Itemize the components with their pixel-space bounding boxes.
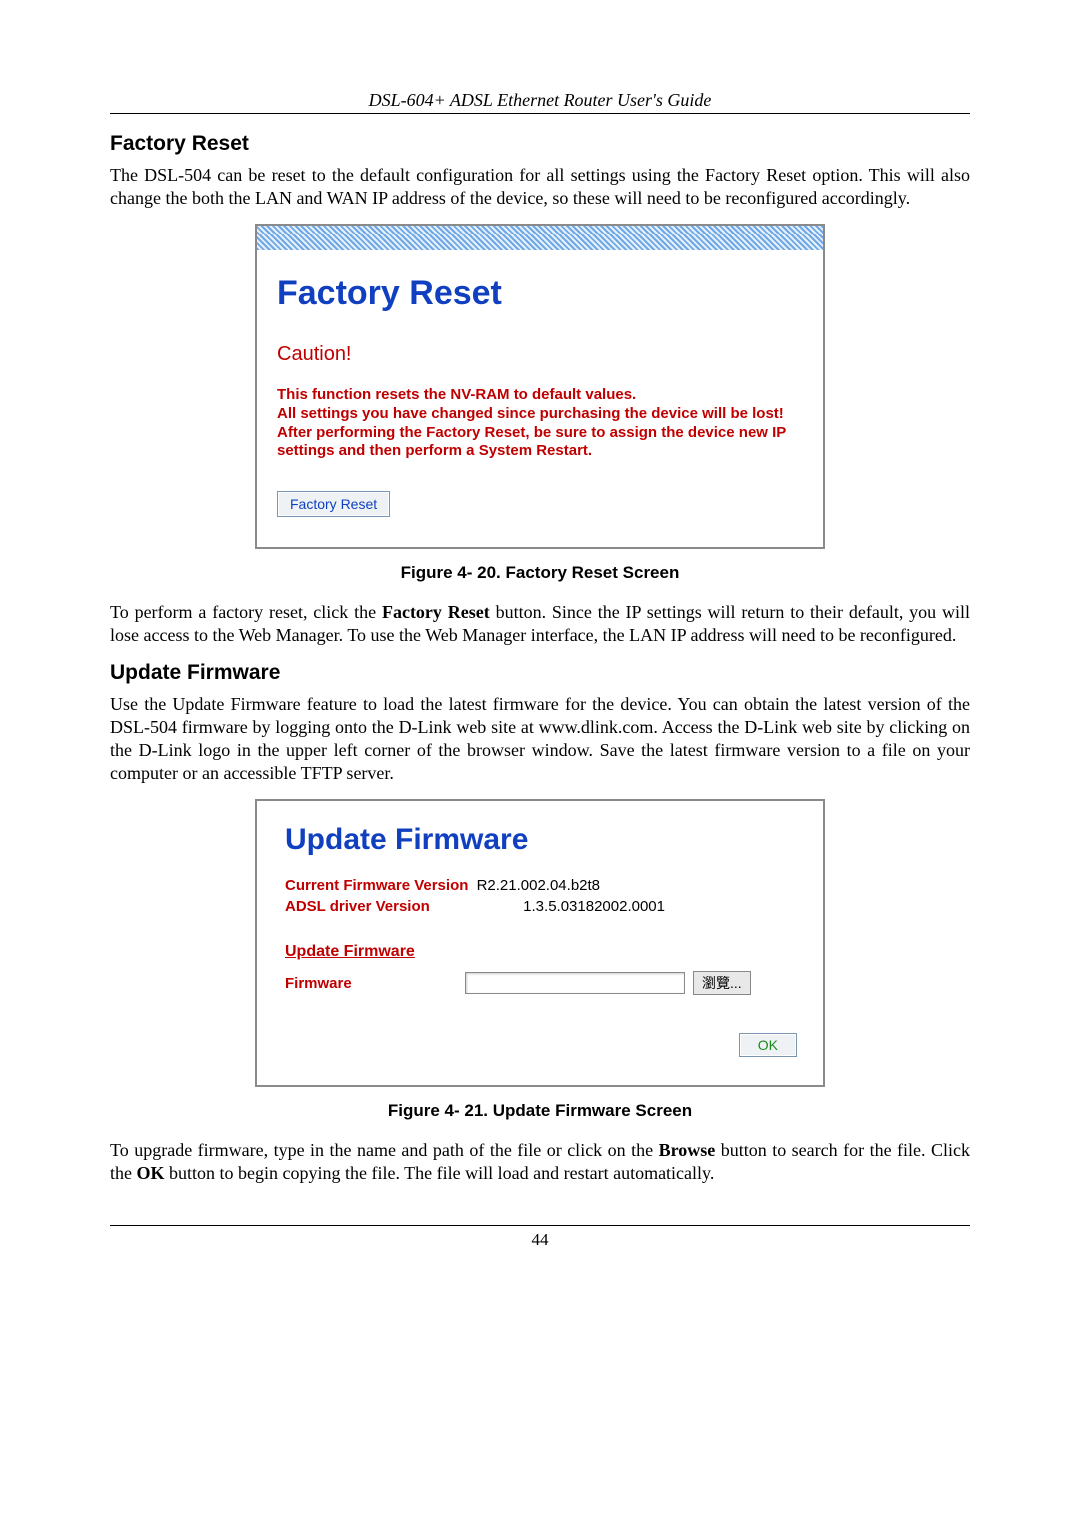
text-fragment: button to begin copying the file. The fi… (165, 1163, 715, 1183)
running-header: DSL-604+ ADSL Ethernet Router User's Gui… (110, 90, 970, 111)
screenshot-factory-reset: Factory Reset Caution! This function res… (255, 224, 825, 549)
text-bold-ok: OK (137, 1163, 165, 1183)
factory-reset-button[interactable]: Factory Reset (277, 491, 390, 517)
row-firmware-upload: Firmware 瀏覽... (285, 971, 803, 995)
firmware-file-input[interactable] (465, 972, 685, 994)
subheading-update-firmware: Update Firmware (285, 943, 803, 961)
figure-caption-20: Figure 4- 20. Factory Reset Screen (110, 563, 970, 583)
section-heading-update-firmware: Update Firmware (110, 661, 970, 685)
label-firmware: Firmware (285, 975, 465, 992)
browse-button[interactable]: 瀏覽... (693, 971, 751, 995)
text-fragment: To perform a factory reset, click the (110, 602, 382, 622)
panel-title-update-firmware: Update Firmware (285, 823, 803, 857)
para-factory-reset-instructions: To perform a factory reset, click the Fa… (110, 601, 970, 647)
section-heading-factory-reset: Factory Reset (110, 132, 970, 156)
ok-button[interactable]: OK (739, 1033, 797, 1057)
text-bold-factory-reset: Factory Reset (382, 602, 490, 622)
label-adsl-driver-version: ADSL driver Version (285, 898, 483, 915)
text-bold-browse: Browse (659, 1140, 716, 1160)
footer-rule (110, 1225, 970, 1226)
value-adsl-driver-version: 1.3.5.03182002.0001 (523, 898, 665, 915)
text-fragment: To upgrade firmware, type in the name an… (110, 1140, 659, 1160)
para-upgrade-instructions: To upgrade firmware, type in the name an… (110, 1139, 970, 1185)
para-update-firmware-intro: Use the Update Firmware feature to load … (110, 693, 970, 785)
row-current-firmware-version: Current Firmware Version R2.21.002.04.b2… (285, 877, 803, 894)
row-adsl-driver-version: ADSL driver Version 1.3.5.03182002.0001 (285, 898, 803, 915)
page-number: 44 (110, 1230, 970, 1250)
caution-text: This function resets the NV-RAM to defau… (277, 386, 803, 461)
para-factory-reset-intro: The DSL-504 can be reset to the default … (110, 164, 970, 210)
caution-label: Caution! (277, 343, 803, 366)
label-current-firmware-version: Current Firmware Version (285, 877, 468, 894)
value-current-firmware-version: R2.21.002.04.b2t8 (477, 877, 600, 894)
screenshot-toolbar-decor (257, 234, 823, 250)
panel-title-factory-reset: Factory Reset (277, 274, 803, 313)
screenshot-titlebar-decor (257, 226, 823, 234)
screenshot-update-firmware: Update Firmware Current Firmware Version… (255, 799, 825, 1087)
header-rule (110, 113, 970, 114)
figure-caption-21: Figure 4- 21. Update Firmware Screen (110, 1101, 970, 1121)
